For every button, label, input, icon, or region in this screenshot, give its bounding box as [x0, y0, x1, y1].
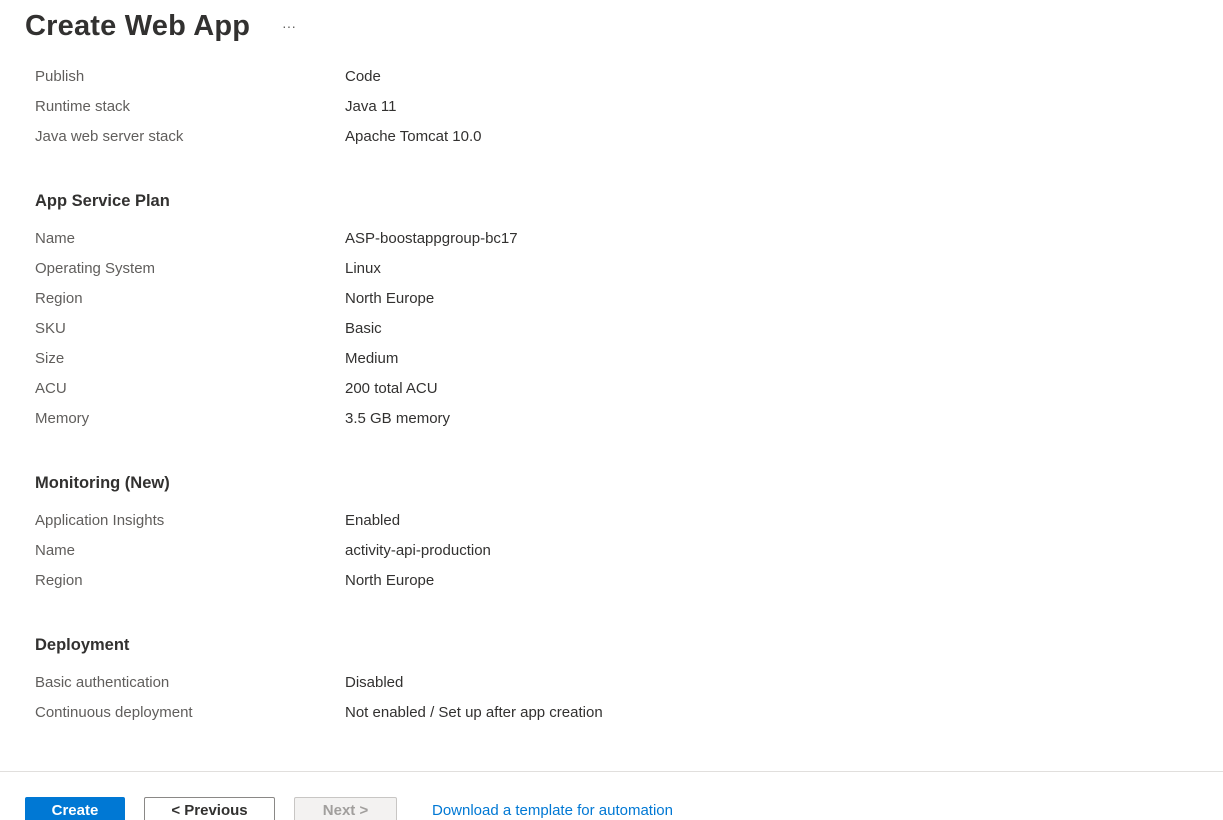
summary-value: Code	[345, 68, 381, 85]
summary-value: ASP-boostappgroup-bc17	[345, 230, 518, 247]
more-options-icon[interactable]: ···	[280, 16, 298, 36]
summary-label: Publish	[35, 68, 85, 85]
summary-value: Basic	[345, 320, 382, 337]
summary-label: ACU	[35, 380, 67, 397]
summary-label: Continuous deployment	[35, 704, 193, 721]
summary-value: Linux	[345, 260, 381, 277]
next-button[interactable]: Next >	[294, 797, 397, 820]
summary-value: Enabled	[345, 512, 401, 529]
summary-value: Disabled	[345, 674, 404, 691]
summary-value: Not enabled / Set up after app creation	[345, 704, 603, 721]
summary-label: Name	[35, 230, 76, 247]
summary-label: Region	[35, 572, 83, 589]
summary-label: Memory	[35, 410, 90, 427]
summary-label: Size	[35, 350, 65, 367]
summary-value: Java 11	[345, 98, 397, 115]
download-template-link[interactable]: Download a template for automation	[432, 797, 673, 820]
create-button[interactable]: Create	[25, 797, 125, 820]
section-heading-app-service-plan: App Service Plan	[35, 192, 170, 210]
summary-label: Basic authentication	[35, 674, 170, 691]
summary-label: Operating System	[35, 260, 156, 277]
summary-value: North Europe	[345, 572, 435, 589]
title-bar: Create Web App	[25, 6, 250, 46]
summary-label: Java web server stack	[35, 128, 184, 145]
footer-divider	[0, 771, 1223, 772]
section-heading-monitoring: Monitoring (New)	[35, 474, 170, 492]
summary-value: Medium	[345, 350, 399, 367]
create-web-app-review-page: Create Web App ··· Publish Code Runtime …	[0, 0, 1223, 820]
summary-label: Region	[35, 290, 83, 307]
previous-button[interactable]: < Previous	[144, 797, 275, 820]
page-title: Create Web App	[25, 9, 251, 42]
summary-value: 3.5 GB memory	[345, 410, 451, 427]
section-heading-deployment: Deployment	[35, 636, 130, 654]
summary-value: North Europe	[345, 290, 435, 307]
summary-value: 200 total ACU	[345, 380, 438, 397]
summary-label: Name	[35, 542, 76, 559]
summary-value: activity-api-production	[345, 542, 491, 559]
summary-label: Application Insights	[35, 512, 165, 529]
summary-value: Apache Tomcat 10.0	[345, 128, 482, 145]
summary-label: Runtime stack	[35, 98, 131, 115]
summary-label: SKU	[35, 320, 66, 337]
